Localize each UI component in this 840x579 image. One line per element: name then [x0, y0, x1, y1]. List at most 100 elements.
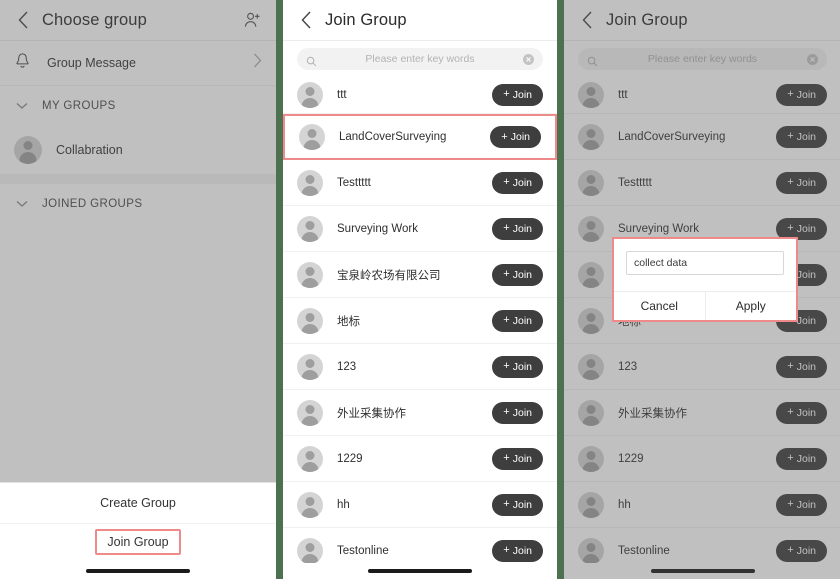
plus-icon: +: [787, 130, 794, 142]
group-list-item[interactable]: hh + Join: [283, 482, 557, 528]
group-list-item[interactable]: 1229 + Join: [283, 436, 557, 482]
join-button[interactable]: +Join: [492, 447, 543, 470]
join-button[interactable]: +Join: [492, 309, 543, 332]
plus-icon: +: [501, 130, 508, 143]
group-row-collabration[interactable]: Collabration: [0, 126, 276, 174]
group-name: 宝泉岭农场有限公司: [337, 269, 441, 282]
search-icon: [306, 54, 317, 66]
home-indicator: [564, 563, 840, 579]
join-button[interactable]: +Join: [776, 401, 827, 424]
group-list-item[interactable]: 外业采集协作 + Join: [283, 390, 557, 436]
group-list-item[interactable]: hh + Join: [564, 482, 840, 528]
search-input-placeholder[interactable]: Please enter key words: [317, 53, 523, 65]
join-button-label: Join: [512, 222, 532, 235]
group-list-item[interactable]: LandCoverSurveying + Join: [564, 114, 840, 160]
join-button[interactable]: +Join: [776, 171, 827, 194]
back-chevron-left-icon[interactable]: [295, 9, 317, 31]
join-button[interactable]: +Join: [776, 125, 827, 148]
avatar: [297, 261, 323, 288]
search-bar[interactable]: Please enter key words: [578, 48, 827, 70]
group-list-item[interactable]: Surveying Work + Join: [283, 206, 557, 252]
join-group-button[interactable]: Join Group: [95, 529, 181, 555]
group-name: Testonline: [337, 544, 389, 557]
group-name: 外业采集协作: [618, 407, 687, 420]
avatar: [297, 353, 323, 380]
clear-circle-icon[interactable]: [523, 53, 534, 65]
back-chevron-left-icon[interactable]: [12, 9, 34, 31]
cancel-button[interactable]: Cancel: [614, 292, 705, 320]
join-button[interactable]: +Join: [492, 355, 543, 378]
join-button[interactable]: +Join: [776, 493, 827, 516]
section-header-my-groups[interactable]: MY GROUPS: [0, 86, 276, 126]
group-list-item[interactable]: 宝泉岭农场有限公司 +Join: [283, 252, 557, 298]
chevron-right-icon: [253, 53, 262, 73]
join-button[interactable]: +Join: [492, 539, 543, 562]
avatar: [14, 136, 42, 164]
search-bar[interactable]: Please enter key words: [297, 48, 543, 70]
join-button[interactable]: +Join: [776, 355, 827, 378]
join-button[interactable]: +Join: [492, 493, 543, 516]
join-button-label: Join: [796, 314, 816, 327]
join-button[interactable]: +Join: [492, 83, 543, 106]
join-button[interactable]: +Join: [492, 401, 543, 424]
group-list: ttt + Join LandCoverSurveying + Join Testtttt +…: [564, 76, 840, 574]
plus-icon: +: [503, 268, 510, 280]
group-list-item[interactable]: 地标 +Join: [283, 298, 557, 344]
join-button-label: Join: [512, 544, 532, 557]
right-header: Join Group: [564, 0, 840, 41]
plus-icon: +: [503, 544, 510, 556]
avatar: [578, 307, 604, 334]
create-group-button[interactable]: Create Group: [0, 483, 276, 524]
join-button-label: Join: [512, 452, 532, 465]
plus-icon: +: [503, 498, 510, 510]
section-header-joined-groups[interactable]: JOINED GROUPS: [0, 184, 276, 224]
avatar: [297, 491, 323, 518]
add-person-icon[interactable]: [240, 8, 264, 32]
group-keyword-input[interactable]: collect data: [626, 251, 784, 275]
group-list-item[interactable]: LandCoverSurveying + Join: [283, 114, 557, 160]
choose-group-screen: Choose group Group Message MY GROUPS Col…: [0, 0, 276, 579]
search-input-placeholder[interactable]: Please enter key words: [598, 53, 807, 65]
group-name: 1229: [618, 452, 644, 465]
join-button-label: Join: [796, 360, 816, 373]
avatar: [578, 399, 604, 426]
join-button[interactable]: +Join: [776, 83, 827, 106]
group-list-item[interactable]: ttt + Join: [283, 76, 557, 114]
bottom-sheet: Create Group Join Group: [0, 482, 276, 579]
avatar: [578, 81, 604, 108]
plus-icon: +: [503, 406, 510, 418]
join-button[interactable]: +Join: [776, 539, 827, 562]
group-list-item[interactable]: 123 + Join: [564, 344, 840, 390]
group-list-item[interactable]: Testtttt + Join: [564, 160, 840, 206]
join-button[interactable]: +Join: [776, 447, 827, 470]
left-header: Choose group: [0, 0, 276, 41]
group-list-item[interactable]: ttt + Join: [564, 76, 840, 114]
search-icon: [587, 54, 598, 66]
plus-icon: +: [787, 544, 794, 556]
join-button[interactable]: +Join: [492, 263, 543, 286]
chevron-down-icon: [14, 196, 30, 212]
avatar: [578, 261, 604, 288]
dialog-body: collect data: [614, 239, 796, 291]
join-button-label: Join: [512, 406, 532, 419]
avatar: [578, 445, 604, 472]
apply-button[interactable]: Apply: [706, 292, 797, 320]
back-chevron-left-icon[interactable]: [576, 9, 598, 31]
group-message-row[interactable]: Group Message: [0, 41, 276, 86]
clear-circle-icon[interactable]: [807, 53, 818, 65]
join-group-dialog: collect data Cancel Apply: [612, 237, 798, 322]
page-title: Join Group: [325, 10, 407, 29]
home-indicator: [283, 563, 557, 579]
join-group-dialog-screen: Join Group Please enter key words ttt + Jo…: [564, 0, 840, 579]
join-button[interactable]: +Join: [490, 126, 541, 148]
join-button-label: Join: [796, 406, 816, 419]
join-button[interactable]: +Join: [492, 171, 543, 194]
join-button[interactable]: +Join: [492, 217, 543, 240]
group-list-item[interactable]: 123 + Join: [283, 344, 557, 390]
group-name: Collabration: [56, 143, 123, 157]
group-name: 123: [618, 360, 638, 373]
plus-icon: +: [787, 222, 794, 234]
group-list-item[interactable]: Testtttt + Join: [283, 160, 557, 206]
group-list-item[interactable]: 1229 + Join: [564, 436, 840, 482]
group-list-item[interactable]: 外业采集协作 + Join: [564, 390, 840, 436]
